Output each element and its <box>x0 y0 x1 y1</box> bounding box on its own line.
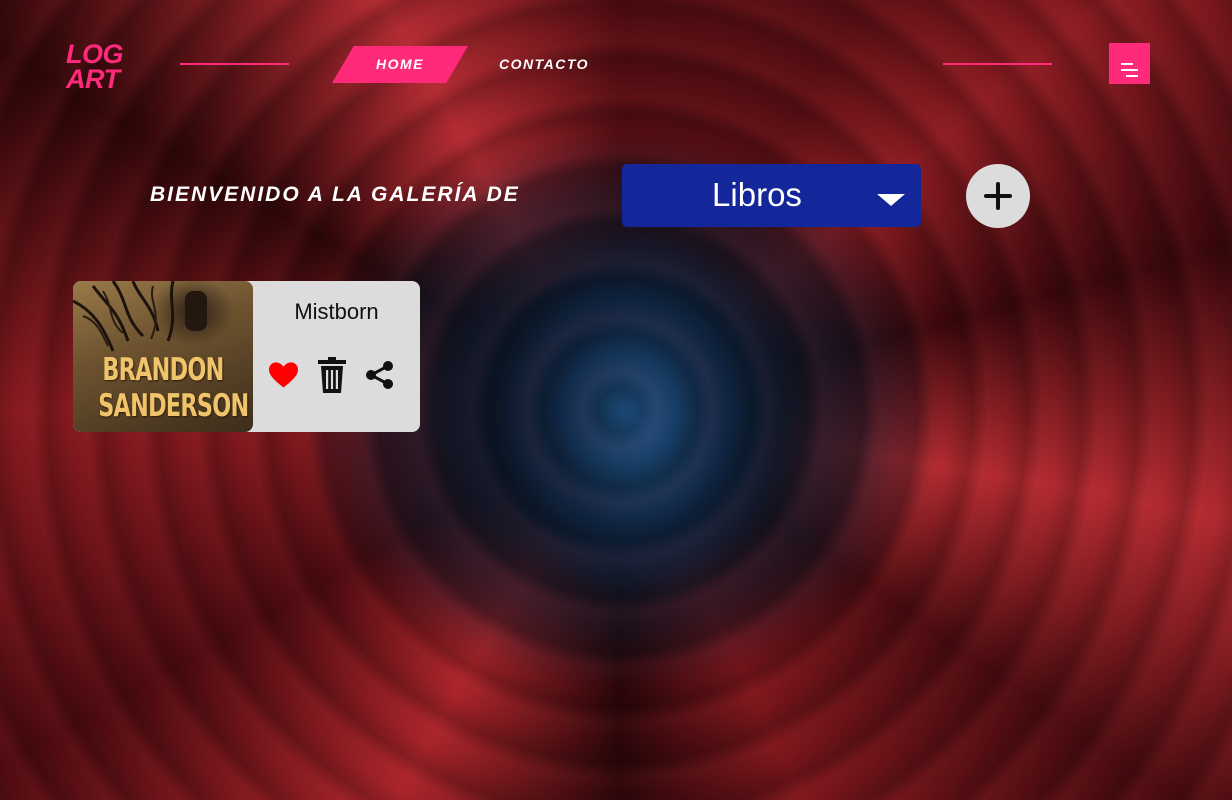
nav-home-tab[interactable]: HOME <box>332 46 468 83</box>
category-select-value: Libros <box>712 176 802 213</box>
share-icon <box>366 361 393 389</box>
cover-author-last-name: SANDERSON <box>98 388 249 424</box>
gallery-card[interactable]: BRANDON SANDERSON Mistborn <box>73 281 420 432</box>
header-divider-left <box>180 63 289 65</box>
logo[interactable]: LOG ART <box>66 41 124 94</box>
card-title: Mistborn <box>294 299 379 324</box>
chevron-down-icon <box>877 194 905 206</box>
nav-home-label: HOME <box>376 56 424 72</box>
header-divider-right <box>943 63 1052 65</box>
like-button[interactable] <box>267 357 300 393</box>
nav-contacto-link[interactable]: CONTACTO <box>499 56 589 72</box>
heart-icon <box>268 362 299 388</box>
delete-button[interactable] <box>315 357 348 393</box>
logo-line-2: ART <box>66 64 120 94</box>
menu-button[interactable] <box>1109 43 1150 84</box>
book-cover-image[interactable]: BRANDON SANDERSON <box>73 281 253 432</box>
card-actions <box>267 357 396 393</box>
trash-icon <box>317 357 346 393</box>
category-select[interactable]: Libros <box>622 164 921 227</box>
cover-author-first-name: BRANDON <box>102 352 224 388</box>
plus-icon <box>984 182 1012 210</box>
welcome-heading: BIENVENIDO A LA GALERÍA DE <box>150 183 520 206</box>
share-button[interactable] <box>363 357 396 393</box>
add-button[interactable] <box>966 164 1030 228</box>
menu-icon <box>1120 62 1138 77</box>
